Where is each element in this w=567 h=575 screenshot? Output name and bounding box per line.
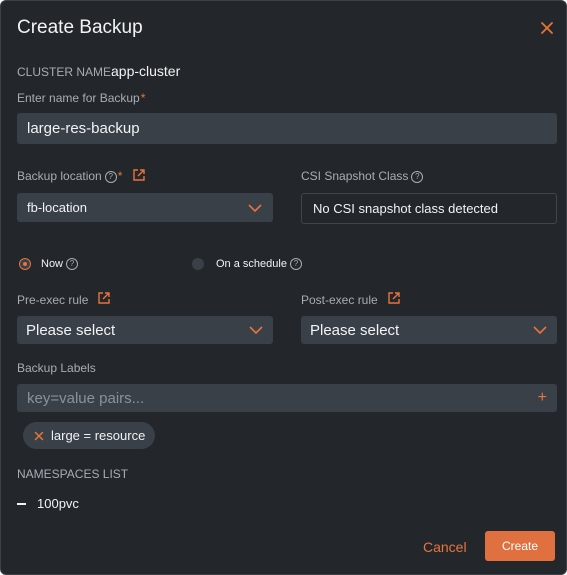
pre-exec-label: Pre-exec rule: [17, 293, 89, 307]
cluster-name-label: CLUSTER NAME:: [17, 65, 115, 79]
post-exec-value: Please select: [310, 321, 400, 339]
chevron-down-icon: [248, 203, 262, 212]
chevron-down-icon: [533, 326, 547, 335]
collapse-icon[interactable]: [17, 502, 26, 505]
label-chip: large = resource: [23, 422, 156, 449]
close-icon[interactable]: [538, 19, 556, 37]
help-icon[interactable]: ?: [411, 171, 424, 183]
radio-on-schedule[interactable]: On a schedule?: [192, 258, 302, 270]
chevron-down-icon: [249, 326, 263, 335]
backup-location-label-text: Backup location: [17, 169, 102, 183]
namespaces-list-label: NAMESPACES LIST: [17, 467, 129, 481]
create-backup-dialog: Create Backup CLUSTER NAME: app-cluster …: [0, 0, 567, 575]
backup-labels-label: Backup Labels: [17, 361, 96, 375]
post-exec-select[interactable]: Please select: [301, 316, 557, 344]
radio-schedule-label: On a schedule: [216, 258, 287, 270]
backup-location-value: fb-location: [27, 200, 87, 215]
backup-location-select[interactable]: fb-location: [17, 193, 273, 222]
label-chip-text: large = resource: [51, 428, 146, 443]
csi-snapshot-label: CSI Snapshot Class?: [301, 169, 424, 183]
cluster-name-value: app-cluster: [111, 63, 181, 79]
required-mark: *: [117, 169, 123, 183]
backup-name-input[interactable]: large-res-backup: [17, 113, 557, 144]
required-mark: *: [140, 91, 146, 105]
radio-now-button[interactable]: [19, 258, 31, 270]
radio-now-label: Now: [41, 258, 64, 270]
namespace-name: 100pvc: [37, 496, 79, 511]
namespace-item: 100pvc: [17, 496, 79, 511]
pre-exec-value: Please select: [26, 321, 116, 339]
post-exec-label: Post-exec rule: [301, 293, 378, 307]
help-icon[interactable]: ?: [104, 171, 117, 183]
create-button[interactable]: Create: [485, 531, 555, 561]
radio-schedule-button[interactable]: [192, 258, 204, 270]
csi-snapshot-label-text: CSI Snapshot Class: [301, 169, 409, 183]
backup-location-label: Backup location? *: [17, 169, 122, 183]
pre-exec-select[interactable]: Please select: [17, 316, 273, 344]
external-link-icon[interactable]: [387, 291, 401, 305]
backup-name-label: Enter name for Backup*: [17, 91, 145, 105]
plus-icon[interactable]: +: [538, 389, 547, 407]
backup-name-value: large-res-backup: [27, 120, 140, 137]
help-icon[interactable]: ?: [66, 258, 79, 270]
csi-snapshot-value: No CSI snapshot class detected: [313, 201, 498, 216]
labels-input[interactable]: key=value pairs... +: [17, 384, 557, 412]
cancel-button[interactable]: Cancel: [423, 539, 467, 555]
help-icon[interactable]: ?: [289, 258, 302, 270]
external-link-icon[interactable]: [97, 291, 111, 305]
external-link-icon[interactable]: [132, 168, 146, 182]
dialog-title: Create Backup: [17, 17, 143, 38]
remove-chip-icon[interactable]: [34, 431, 44, 441]
backup-name-label-text: Enter name for Backup: [17, 91, 140, 105]
csi-snapshot-field: No CSI snapshot class detected: [301, 193, 557, 224]
labels-placeholder: key=value pairs...: [27, 389, 145, 407]
radio-now[interactable]: Now?: [19, 258, 79, 270]
